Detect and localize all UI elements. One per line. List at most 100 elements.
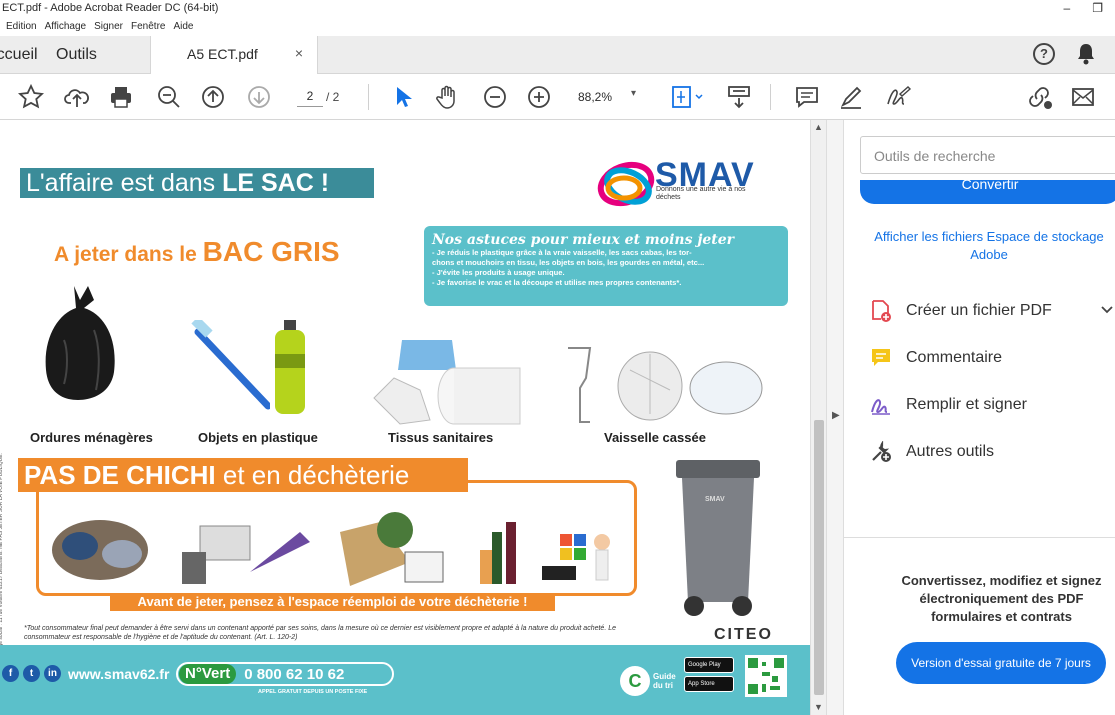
numero-vert: N°Vert 0 800 62 10 62 xyxy=(176,662,394,686)
print-icon[interactable] xyxy=(108,84,134,110)
menu-edition[interactable]: Edition xyxy=(6,18,37,36)
bin-logo: SMAV xyxy=(705,496,725,503)
tool-more-tools-label: Autres outils xyxy=(906,443,995,460)
bac-gris-prefix: A jeter dans le xyxy=(54,243,203,266)
window-title-bar: ECT.pdf - Adobe Acrobat Reader DC (64-bi… xyxy=(0,0,1115,18)
tools-panel: Outils de recherche Convertir Afficher l… xyxy=(844,120,1115,715)
fit-page-icon[interactable] xyxy=(670,84,704,110)
chichi-rest-text: et en déchèterie xyxy=(215,460,410,490)
tool-fill-sign-label: Remplir et signer xyxy=(906,396,1027,413)
tips-box: Nos astuces pour mieux et moins jeter - … xyxy=(424,226,788,306)
select-arrow-icon[interactable] xyxy=(392,84,414,110)
minimize-button[interactable]: – xyxy=(1064,0,1071,16)
tissues-illustration xyxy=(373,340,521,425)
tip-line: - Je favorise le vrac et la découpe et u… xyxy=(432,278,682,287)
scroll-up-icon[interactable]: ▲ xyxy=(814,122,823,132)
toolbar-separator xyxy=(368,84,369,110)
convert-button[interactable]: Convertir xyxy=(860,180,1115,204)
hand-icon[interactable] xyxy=(434,84,460,110)
zoom-out-icon[interactable] xyxy=(156,84,182,110)
scroll-mode-icon[interactable] xyxy=(726,84,752,110)
dechetterie-illustrations xyxy=(52,512,610,586)
bac-gris-bold: BAC GRIS xyxy=(202,236,340,267)
star-icon[interactable] xyxy=(18,84,44,110)
sign-icon[interactable] xyxy=(884,84,912,110)
category-label: Tissus sanitaires xyxy=(388,430,494,445)
tool-comment[interactable]: Commentaire xyxy=(870,345,1002,371)
upload-icon[interactable] xyxy=(64,84,90,110)
highlight-icon[interactable] xyxy=(838,84,864,110)
bell-icon[interactable] xyxy=(1076,43,1096,70)
zoom-dropdown-icon[interactable]: ▾ xyxy=(631,88,636,99)
banner-bold-text: LE SAC ! xyxy=(222,169,330,197)
smav-tagline: Donnons une autre vie à nos déchets xyxy=(656,186,746,201)
tip-line: - Je réduis le plastique grâce à la vrai… xyxy=(432,248,692,257)
tab-document[interactable]: A5 ECT.pdf × xyxy=(150,36,318,74)
document-footer: f t in www.smav62.fr N°Vert 0 800 62 10 … xyxy=(0,645,810,715)
tab-home[interactable]: Accueil xyxy=(0,36,40,74)
tool-create-pdf[interactable]: Créer un fichier PDF xyxy=(870,298,1052,324)
tools-search-input[interactable]: Outils de recherche xyxy=(860,136,1115,174)
linkedin-icon: in xyxy=(44,665,61,682)
toolbar: 2 / 2 88,2% ▾ xyxy=(0,74,1115,120)
comment-icon[interactable] xyxy=(794,84,820,110)
free-trial-button[interactable]: Version d'essai gratuite de 7 jours xyxy=(896,642,1106,684)
window-controls: – ❐ xyxy=(1064,0,1115,16)
page-number-input[interactable]: 2 xyxy=(297,89,323,107)
link-icon[interactable] xyxy=(1026,84,1054,110)
tool-comment-label: Commentaire xyxy=(906,349,1003,366)
app-store-badge: App Store xyxy=(684,676,734,692)
broken-dishes-illustration xyxy=(568,347,763,423)
website-text: www.smav62.fr xyxy=(68,666,170,682)
banner-text: L'affaire est dans xyxy=(26,169,223,197)
help-icon[interactable]: ? xyxy=(1033,43,1055,65)
document-viewport[interactable]: SMAV - Syndicat Mixte Artois Valorisatio… xyxy=(0,120,810,715)
tab-tools[interactable]: Outils xyxy=(56,36,97,74)
app-store-badges: Google Play App Store xyxy=(684,657,734,692)
guide-du-tri-icon: C xyxy=(620,666,650,696)
tool-fill-sign[interactable]: Remplir et signer xyxy=(870,392,1027,418)
close-tab-icon[interactable]: × xyxy=(295,45,303,61)
panel-toggle[interactable]: ▶ xyxy=(826,120,844,715)
mail-icon[interactable] xyxy=(1070,84,1096,110)
tool-more-tools[interactable]: Autres outils xyxy=(870,439,994,465)
scrollbar-thumb[interactable] xyxy=(814,420,824,695)
numero-vert-label: N°Vert xyxy=(179,664,237,684)
twitter-icon: t xyxy=(23,665,40,682)
menu-affichage[interactable]: Affichage xyxy=(45,18,87,36)
garbage-bag-illustration xyxy=(45,286,115,400)
page-up-icon[interactable] xyxy=(200,84,226,110)
comment-tool-icon xyxy=(870,347,892,369)
page-down-icon[interactable] xyxy=(246,84,272,110)
category-label: Ordures ménagères xyxy=(30,430,153,445)
panel-separator xyxy=(844,537,1115,538)
category-label: Objets en plastique xyxy=(198,430,318,445)
plus-circle-icon[interactable] xyxy=(526,84,552,110)
grey-bin-illustration xyxy=(676,460,760,616)
tab-bar: Accueil Outils A5 ECT.pdf × ? xyxy=(0,36,1115,74)
qr-code xyxy=(745,655,787,697)
menu-aide[interactable]: Aide xyxy=(173,18,193,36)
document-side-legal-text: SMAV - Syndicat Mixte Artois Valorisatio… xyxy=(0,453,4,715)
plastic-bottle-illustration xyxy=(275,320,305,414)
document-banner: L'affaire est dans LE SAC ! xyxy=(20,168,374,198)
phone-number: 0 800 62 10 62 xyxy=(244,665,345,683)
tool-create-pdf-label: Créer un fichier PDF xyxy=(906,302,1052,319)
phone-subtext: APPEL GRATUIT DEPUIS UN POSTE FIXE xyxy=(258,689,368,695)
promo-text: Convertissez, modifiez et signez électro… xyxy=(901,573,1102,624)
chevron-down-icon[interactable] xyxy=(1100,302,1114,318)
menu-signer[interactable]: Signer xyxy=(94,18,123,36)
menu-fenetre[interactable]: Fenêtre xyxy=(131,18,165,36)
tab-document-label: A5 ECT.pdf xyxy=(187,46,258,62)
expand-panel-icon[interactable]: ▶ xyxy=(832,410,840,421)
tip-line: - J'évite les produits à usage unique. xyxy=(432,268,565,277)
restore-button[interactable]: ❐ xyxy=(1092,0,1103,16)
footnote: *Tout consommateur final peut demander à… xyxy=(24,625,616,641)
zoom-level-input[interactable]: 88,2% xyxy=(578,90,612,104)
document-scrollbar[interactable]: ▲ ▼ xyxy=(810,120,826,715)
page-total: / 2 xyxy=(326,90,340,104)
storage-files-link[interactable]: Afficher les fichiers Espace de stockage… xyxy=(864,228,1114,264)
category-label: Vaisselle cassée xyxy=(604,430,706,445)
minus-circle-icon[interactable] xyxy=(482,84,508,110)
scroll-down-icon[interactable]: ▼ xyxy=(814,702,823,712)
